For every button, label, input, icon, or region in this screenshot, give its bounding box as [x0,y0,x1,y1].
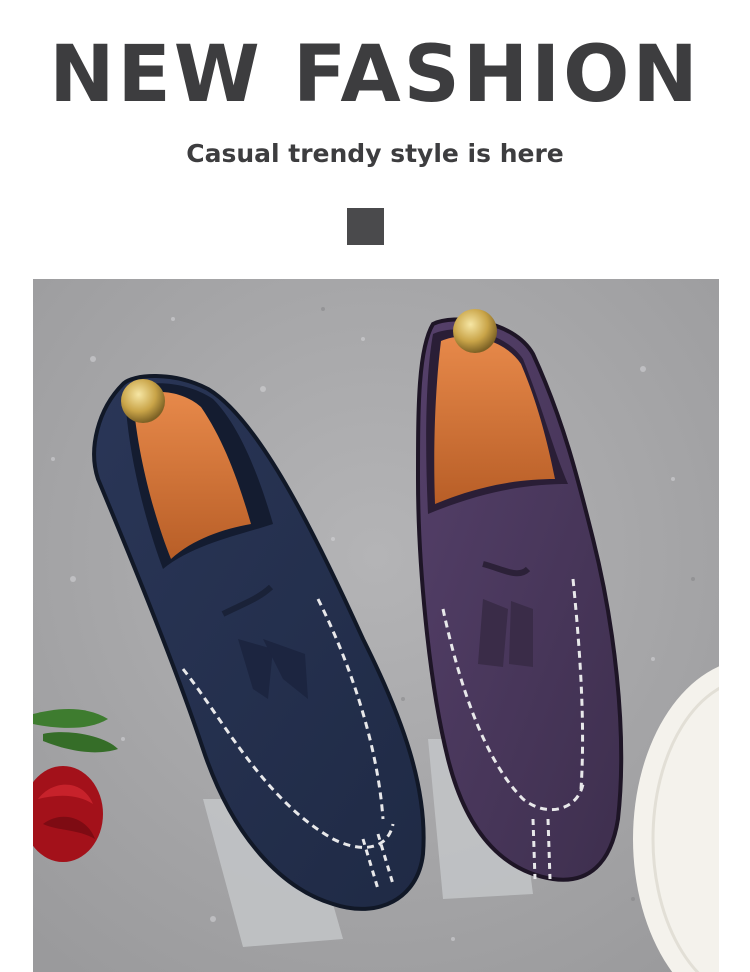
tagline: Casual trendy style is here [186,139,564,168]
headline: NEW FASHION [49,30,701,120]
accent-square [347,208,384,245]
product-photo [33,279,719,972]
